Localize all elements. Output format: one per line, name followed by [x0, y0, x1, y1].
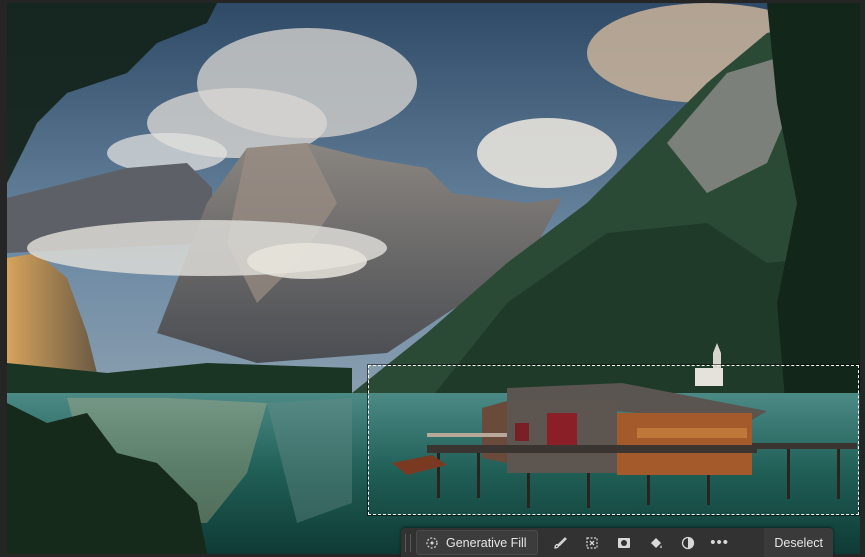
brush-icon[interactable]: [544, 528, 576, 557]
deselect-label: Deselect: [774, 535, 823, 550]
generative-fill-label: Generative Fill: [446, 535, 527, 550]
fill-bucket-icon[interactable]: [640, 528, 672, 557]
sparkle-icon: [426, 536, 438, 549]
more-icon[interactable]: •••: [704, 528, 736, 557]
more-label: •••: [710, 534, 729, 551]
transform-icon[interactable]: [576, 528, 608, 557]
deselect-button[interactable]: Deselect: [764, 528, 833, 557]
marquee-selection[interactable]: [368, 365, 859, 515]
contextual-taskbar: Generative Fill ••• Deselect: [401, 528, 833, 557]
adjustment-icon[interactable]: [672, 528, 704, 557]
generative-fill-button[interactable]: Generative Fill: [416, 530, 538, 555]
taskbar-drag-handle[interactable]: [405, 533, 411, 552]
mask-icon[interactable]: [608, 528, 640, 557]
canvas-area: [0, 0, 865, 557]
